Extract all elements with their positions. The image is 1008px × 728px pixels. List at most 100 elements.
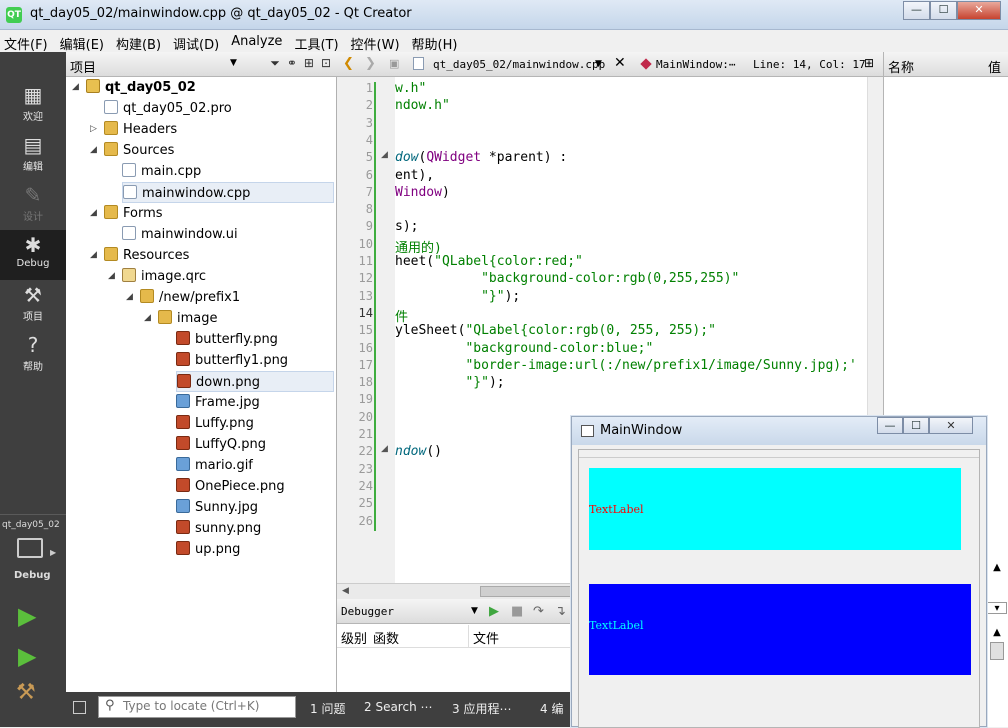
- continue-icon[interactable]: ▶: [489, 604, 499, 619]
- tree-item[interactable]: mainwindow.cpp: [122, 182, 334, 203]
- tree-item[interactable]: down.png: [176, 371, 334, 392]
- menu-help[interactable]: 帮助(H): [408, 30, 466, 53]
- link-icon[interactable]: ⚭: [287, 56, 297, 71]
- step-into-icon[interactable]: ↴: [555, 604, 566, 619]
- mode-design[interactable]: ✎ 设计: [0, 180, 66, 230]
- mode-edit[interactable]: ▤ 编辑: [0, 130, 66, 180]
- expanded-arrow-icon[interactable]: ◢: [90, 140, 97, 161]
- tree-item[interactable]: OnePiece.png: [176, 476, 336, 497]
- toggle-sidebar-icon[interactable]: [73, 701, 86, 714]
- close-button[interactable]: ✕: [957, 1, 1001, 20]
- menu-file[interactable]: 文件(F): [0, 30, 56, 53]
- scroll-up-icon[interactable]: ▲: [987, 627, 1007, 639]
- forward-icon[interactable]: ❯: [365, 56, 376, 71]
- project-panel: 项目 ▼ ⏷ ⚭ ⊞ ⊡ ◢ qt_day05_02 qt_day05_02.pro…: [66, 52, 337, 692]
- mode-projects[interactable]: ⚒ 项目: [0, 280, 66, 330]
- tree-item-label: /new/prefix1: [159, 290, 241, 305]
- maximize-button[interactable]: ☐: [903, 417, 929, 434]
- column-file[interactable]: 文件: [473, 628, 499, 647]
- tree-item[interactable]: mainwindow.ui: [122, 224, 336, 245]
- tree-item[interactable]: mario.gif: [176, 455, 336, 476]
- tree-item[interactable]: butterfly1.png: [176, 350, 336, 371]
- tree-item[interactable]: ◢ /new/prefix1: [126, 287, 336, 308]
- mode-help[interactable]: ? 帮助: [0, 330, 66, 380]
- split-icon[interactable]: ⊞: [864, 56, 874, 70]
- tree-item[interactable]: Luffy.png: [176, 413, 336, 434]
- column-name[interactable]: 名称: [888, 57, 914, 76]
- tab-issues[interactable]: 1 问题: [310, 700, 345, 717]
- tree-item[interactable]: main.cpp: [122, 161, 336, 182]
- kit-arrow-icon[interactable]: ▶: [50, 548, 56, 557]
- menu-build[interactable]: 构建(B): [112, 30, 169, 53]
- expanded-arrow-icon[interactable]: ◢: [144, 308, 151, 329]
- collapsed-arrow-icon[interactable]: ▷: [90, 119, 97, 140]
- tree-item[interactable]: sunny.png: [176, 518, 336, 539]
- menu-widgets[interactable]: 控件(W): [347, 30, 408, 53]
- step-over-icon[interactable]: ↷: [533, 604, 544, 619]
- menu-tools[interactable]: 工具(T): [290, 30, 346, 53]
- menu-edit[interactable]: 编辑(E): [56, 30, 112, 53]
- expanded-arrow-icon[interactable]: ◢: [90, 203, 97, 224]
- menu-debug[interactable]: 调试(D): [169, 30, 227, 53]
- tree-item[interactable]: qt_day05_02.pro: [104, 98, 336, 119]
- scroll-thumb[interactable]: [990, 642, 1004, 660]
- expanded-arrow-icon[interactable]: ◢: [72, 77, 79, 98]
- scroll-left-icon[interactable]: ◀: [342, 586, 349, 596]
- mode-welcome[interactable]: ▦ 欢迎: [0, 80, 66, 130]
- expanded-arrow-icon[interactable]: ◢: [108, 266, 115, 287]
- expanded-arrow-icon[interactable]: ◢: [90, 245, 97, 266]
- run-icon[interactable]: ▶: [18, 602, 36, 630]
- chevron-down-icon[interactable]: ▼: [595, 59, 602, 69]
- tree-item-label: mario.gif: [195, 458, 253, 473]
- column-level[interactable]: 级别: [341, 628, 367, 647]
- scroll-thumb[interactable]: [480, 586, 573, 597]
- tree-item[interactable]: Frame.jpg: [176, 392, 336, 413]
- build-hammer-icon[interactable]: ⚒: [16, 680, 36, 705]
- fold-marker-icon[interactable]: ◢: [381, 150, 388, 160]
- chevron-down-icon[interactable]: ▼: [471, 606, 478, 616]
- minimize-button[interactable]: —: [877, 417, 903, 434]
- stop-icon[interactable]: ■: [511, 604, 523, 619]
- tree-item[interactable]: ◢ Resources: [90, 245, 336, 266]
- column-value[interactable]: 值: [988, 57, 1001, 76]
- debugger-combo[interactable]: Debugger: [341, 605, 394, 618]
- locate-input[interactable]: ⚲ Type to locate (Ctrl+K): [98, 696, 296, 718]
- column-function[interactable]: 函数: [373, 628, 399, 647]
- fold-marker-icon[interactable]: ◢: [381, 444, 388, 454]
- proj-icon: [86, 79, 100, 93]
- tree-item[interactable]: ◢ image: [144, 308, 336, 329]
- open-file-combo[interactable]: qt_day05_02/mainwindow.cpp: [433, 58, 605, 71]
- editor-horizontal-scrollbar[interactable]: ◀: [337, 583, 573, 599]
- expanded-arrow-icon[interactable]: ◢: [126, 287, 133, 308]
- mode-debug[interactable]: ✱ Debug: [0, 230, 66, 280]
- tab-compile[interactable]: 4 编: [540, 700, 563, 717]
- symbol-combo[interactable]: MainWindow:⋯: [656, 58, 735, 71]
- minimize-button[interactable]: —: [903, 1, 930, 20]
- tree-item[interactable]: ◢ Forms: [90, 203, 336, 224]
- tree-item[interactable]: ◢ Sources: [90, 140, 336, 161]
- tree-item[interactable]: butterfly.png: [176, 329, 336, 350]
- tree-item[interactable]: ▷ Headers: [90, 119, 336, 140]
- filter-icon[interactable]: ⏷: [270, 56, 280, 71]
- split-icon[interactable]: ⊞: [304, 56, 314, 71]
- chevron-down-icon[interactable]: ▼: [230, 58, 237, 68]
- debug-run-icon[interactable]: ▶: [18, 642, 36, 670]
- monitor-icon[interactable]: [17, 538, 43, 558]
- menu-analyze[interactable]: Analyze: [227, 30, 290, 52]
- cursor-position[interactable]: Line: 14, Col: 17: [753, 58, 866, 71]
- tab-app-output[interactable]: 3 应用程⋯: [452, 700, 511, 717]
- maximize-button[interactable]: ☐: [930, 1, 957, 20]
- close-button[interactable]: ✕: [929, 417, 973, 434]
- tree-item[interactable]: LuffyQ.png: [176, 434, 336, 455]
- panel-menu-icon[interactable]: ▾: [987, 602, 1007, 614]
- tree-item[interactable]: ◢ qt_day05_02: [72, 77, 336, 98]
- back-icon[interactable]: ❮: [343, 56, 354, 71]
- line-number: 10: [358, 236, 373, 251]
- close-panel-icon[interactable]: ⊡: [321, 56, 331, 71]
- tree-item[interactable]: Sunny.jpg: [176, 497, 336, 518]
- close-document-icon[interactable]: ✕: [614, 55, 626, 71]
- tree-item[interactable]: up.png: [176, 539, 336, 560]
- scroll-up-icon[interactable]: ▲: [987, 562, 1007, 582]
- tree-item[interactable]: ◢ image.qrc: [108, 266, 336, 287]
- tab-search[interactable]: 2 Search ⋯: [364, 700, 433, 714]
